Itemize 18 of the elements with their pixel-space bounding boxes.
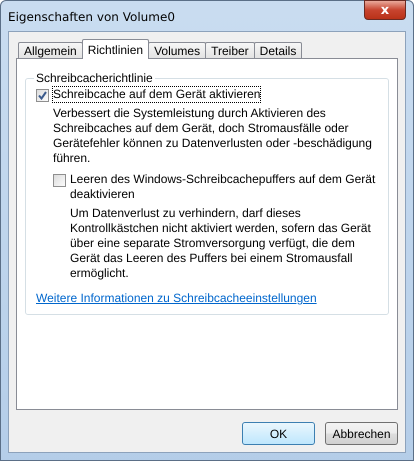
checkbox[interactable]	[36, 89, 49, 102]
checkmark-icon	[38, 91, 47, 100]
group-title: Schreibcacherichtlinie	[35, 71, 154, 85]
checkbox-label[interactable]: Schreibcache auf dem Gerät aktivieren	[53, 87, 260, 102]
checkbox[interactable]	[53, 174, 66, 187]
info-link[interactable]: Weitere Informationen zu Schreibcacheeinstellungen	[36, 291, 317, 305]
tab[interactable]: Treiber	[205, 42, 255, 59]
window-title: Eigenschaften von Volume0	[8, 10, 175, 24]
option-description: Um Datenverlust zu verhindern, darf dieses Kontrollkästchen nicht aktiviert werden, sofern das Gerät über eine separate Stromversorgung verfügt, die dem Gerät das Leeren des Puffers bei einem Stromausfall ermöglicht.	[70, 206, 372, 281]
tab[interactable]: Details	[254, 42, 302, 59]
option-description: Verbessert die Systemleistung durch Aktivieren des Schreibcaches auf dem Gerät, doch Stromausfälle oder Gerätefehler können zu Datenverlusten oder -beschädigung führen.	[53, 106, 373, 166]
checkbox-label[interactable]: Leeren des Windows-Schreibcachepuffers auf dem Gerät deaktivieren	[70, 172, 378, 202]
ok-button[interactable]: OK	[242, 422, 315, 445]
tab[interactable]: Richtlinien	[82, 39, 150, 59]
close-button[interactable]: x	[364, 0, 406, 20]
tab[interactable]: Allgemein	[18, 42, 83, 59]
cancel-button[interactable]: Abbrechen	[325, 422, 398, 445]
tab[interactable]: Volumes	[148, 42, 206, 59]
